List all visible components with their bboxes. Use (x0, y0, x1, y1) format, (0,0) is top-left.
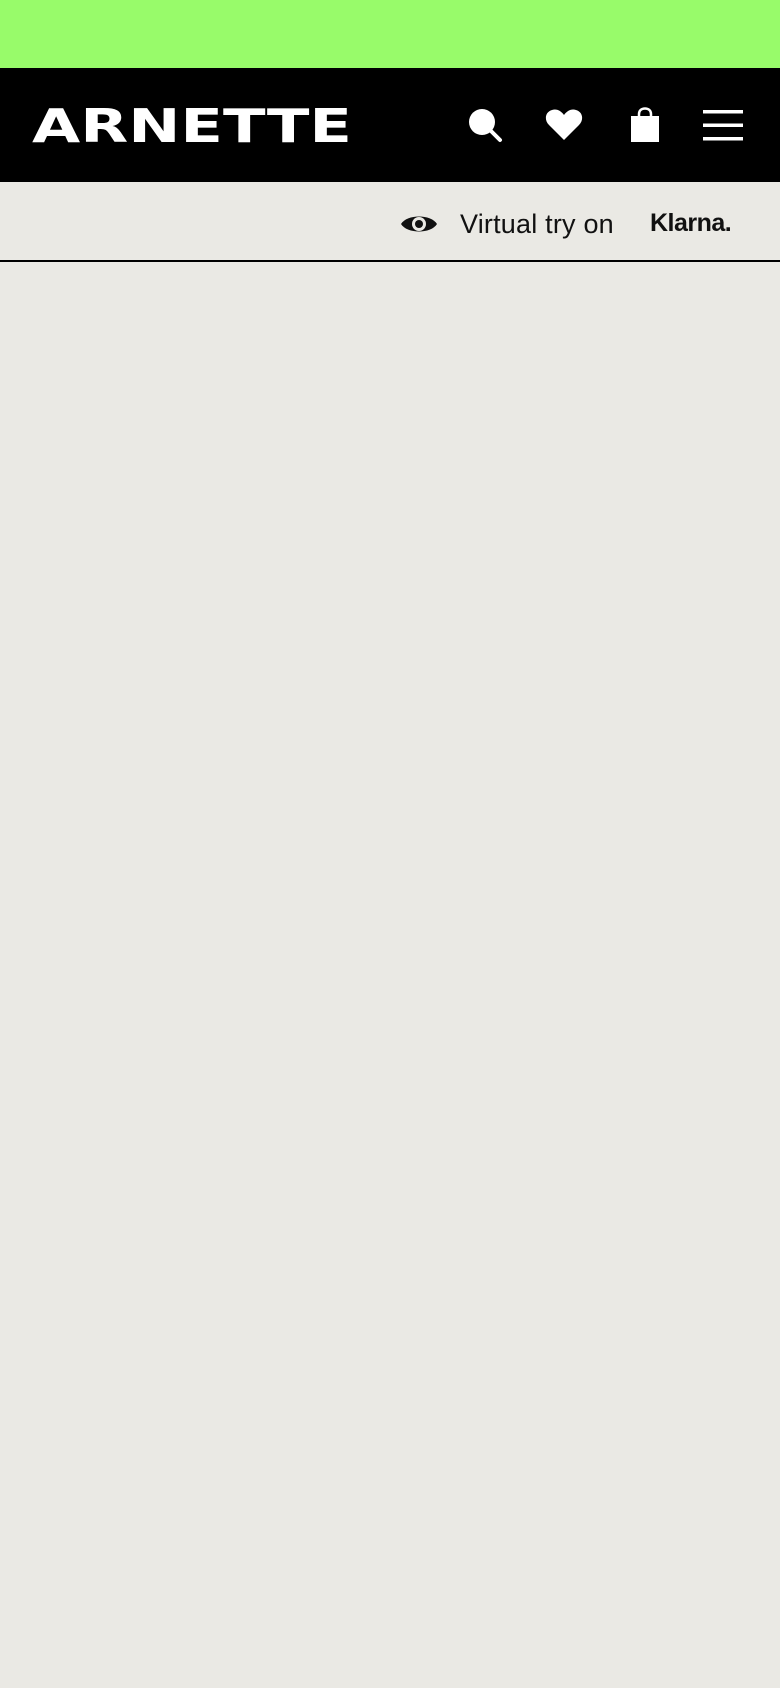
search-icon[interactable] (462, 102, 508, 148)
eye-icon (400, 210, 440, 238)
klarna-logo[interactable]: Klarna. (650, 208, 750, 238)
hamburger-menu-icon[interactable] (700, 102, 746, 148)
promo-banner (0, 0, 780, 68)
heart-icon[interactable] (541, 102, 587, 148)
brand-logo[interactable]: ARNETTE (32, 102, 354, 146)
arnette-logo-graphic: ARNETTE (32, 102, 352, 146)
virtual-try-on-button[interactable]: Virtual try on (400, 204, 614, 244)
svg-text:ARNETTE: ARNETTE (32, 102, 352, 146)
virtual-try-on-label: Virtual try on (460, 208, 614, 239)
shopping-bag-icon[interactable] (622, 102, 668, 148)
product-utility-bar: Virtual try on Klarna. (0, 182, 780, 262)
site-header: ARNETTE (0, 68, 780, 182)
klarna-label: Klarna. (650, 209, 732, 237)
product-content-area (0, 262, 780, 1688)
